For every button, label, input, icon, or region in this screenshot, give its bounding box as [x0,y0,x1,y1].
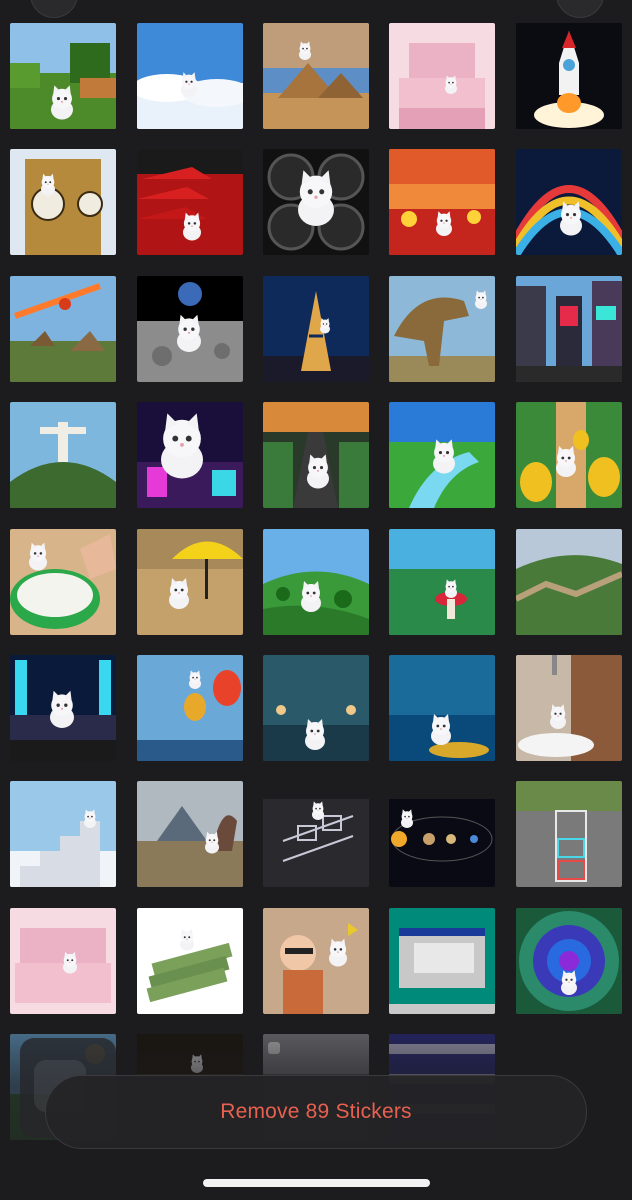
sticker-tile-pyramids[interactable] [263,23,369,129]
sticker-tile-ocean-glitter[interactable] [389,655,495,761]
sticker-tile-pink-bedroom-2[interactable] [10,908,116,1014]
sticker-image [516,781,622,887]
sticker-tile-concert-stage[interactable] [10,655,116,761]
sticker-tile-red-pagoda[interactable] [137,149,243,255]
sticker-gallery-screen: Remove 89 Stickers [0,0,632,1200]
sticker-tile-swirl-portal[interactable] [516,908,622,1014]
sticker-image [263,908,369,1014]
sticker-tile-butterfly-meme[interactable] [263,908,369,1014]
sticker-tile-green-hills[interactable] [263,529,369,635]
sticker-tile-golden-eggs[interactable] [516,402,622,508]
sticker-tile-solar-system[interactable] [389,781,495,887]
sticker-image [263,23,369,129]
sticker-image [137,23,243,129]
sticker-tile-dinosaur-lake[interactable] [137,781,243,887]
sticker-tile-big-ben[interactable] [10,149,116,255]
sticker-tile-sunset-field[interactable] [389,149,495,255]
sticker-image [137,149,243,255]
sticker-tile-dip-bowl[interactable] [10,529,116,635]
sticker-image [263,276,369,382]
remove-stickers-label: Remove 89 Stickers [220,1100,412,1123]
sticker-image [137,781,243,887]
sticker-image [389,908,495,1014]
sticker-tile-rainy-street[interactable] [263,655,369,761]
sticker-tile-moon-surface[interactable] [137,276,243,382]
sticker-image [389,529,495,635]
sticker-tile-race-track[interactable] [263,402,369,508]
sticker-image [10,149,116,255]
sticker-tile-hopscotch-dark[interactable] [263,781,369,887]
sticker-image [389,276,495,382]
sticker-image [137,908,243,1014]
sticker-image [10,655,116,761]
sticker-image [516,149,622,255]
sticker-tile-shower-bathroom[interactable] [516,655,622,761]
sticker-image [389,402,495,508]
sticker-tile-river-course[interactable] [389,402,495,508]
sticker-image [389,781,495,887]
sticker-tile-hopscotch-sidewalk[interactable] [516,781,622,887]
sticker-image [137,402,243,508]
sticker-image [263,655,369,761]
sticker-image [516,402,622,508]
home-indicator [203,1179,430,1187]
sticker-tile-rainbow-road[interactable] [516,149,622,255]
sticker-image [516,23,622,129]
sticker-image [389,655,495,761]
sticker-image [10,781,116,887]
sticker-tile-neon-city[interactable] [137,402,243,508]
sticker-tile-stairway-clouds[interactable] [10,781,116,887]
sticker-image [516,276,622,382]
sticker-image [263,529,369,635]
sticker-tile-hot-air-balloons[interactable] [137,655,243,761]
sticker-tile-rocket-launch[interactable] [516,23,622,129]
sticker-image [516,908,622,1014]
sticker-image [389,23,495,129]
sticker-tile-t-rex[interactable] [389,276,495,382]
sticker-image [263,781,369,887]
sticker-grid [0,0,632,1200]
sticker-tile-clouds-sky[interactable] [137,23,243,129]
sticker-image [137,655,243,761]
sticker-image [10,529,116,635]
sticker-image [10,402,116,508]
sticker-tile-pink-bedroom[interactable] [389,23,495,129]
sticker-image [516,529,622,635]
sticker-image [137,276,243,382]
sticker-tile-mushroom-land[interactable] [389,529,495,635]
sticker-tile-times-square[interactable] [516,276,622,382]
sticker-tile-great-wall[interactable] [516,529,622,635]
remove-stickers-button[interactable]: Remove 89 Stickers [45,1075,587,1149]
sticker-tile-money-stacks[interactable] [137,908,243,1014]
sticker-tile-eiffel-tower[interactable] [263,276,369,382]
sticker-image [263,402,369,508]
sticker-tile-yellow-umbrella[interactable] [137,529,243,635]
sticker-image [263,149,369,255]
sticker-image [137,529,243,635]
sticker-image [10,908,116,1014]
sticker-tile-christ-the-redeemer[interactable] [10,402,116,508]
sticker-tile-meteor-dinosaurs[interactable] [10,276,116,382]
sticker-image [516,655,622,761]
sticker-image [10,276,116,382]
sticker-image [389,149,495,255]
sticker-image [10,23,116,129]
sticker-tile-minecraft-landscape[interactable] [10,23,116,129]
sticker-tile-speakers[interactable] [263,149,369,255]
sticker-tile-windows-setup[interactable] [389,908,495,1014]
